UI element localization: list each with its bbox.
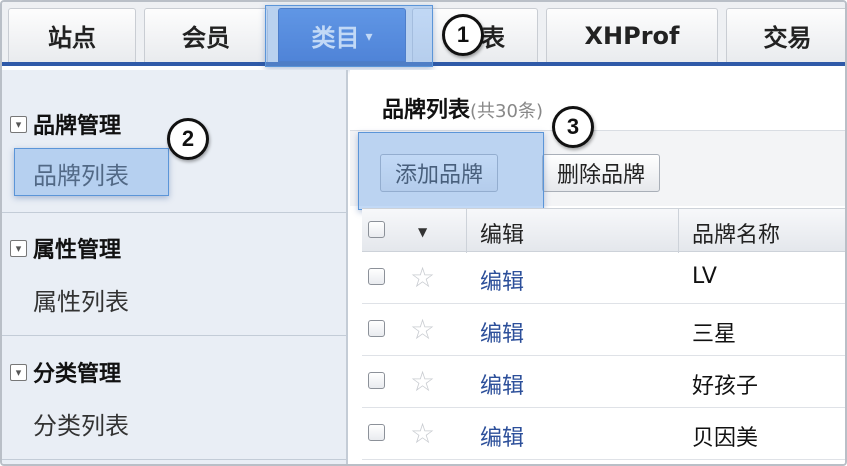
tab-xhprof-label: XHProf (584, 21, 680, 50)
record-count: (共30条) (470, 101, 543, 122)
tab-site-label: 站点 (48, 24, 96, 52)
tab-report-label: 表 (481, 24, 505, 52)
select-all-checkbox[interactable] (368, 221, 385, 238)
row-checkbox[interactable] (368, 268, 385, 285)
app-window: 站点 会员 类目 ▾ 表 XHProf 交易 ▾ 品牌管理 品牌列表 ▾ 属性管理… (0, 0, 847, 466)
tab-member[interactable]: 会员 (144, 8, 268, 62)
tab-site[interactable]: 站点 (8, 8, 136, 62)
sidebar-divider (2, 335, 348, 336)
sidebar-highlight (14, 148, 169, 196)
delete-brand-button[interactable]: 删除品牌 (542, 154, 661, 192)
brand-name: 三星 (692, 322, 737, 347)
tab-member-label: 会员 (182, 24, 230, 52)
sidebar-group-category[interactable]: ▾ 分类管理 (10, 356, 121, 388)
table-row: ☆ 编辑 贝因美 (362, 408, 845, 460)
sidebar-item-label: 分类列表 (33, 412, 129, 440)
tab-xhprof[interactable]: XHProf (546, 8, 718, 62)
sidebar-group-label: 分类管理 (33, 362, 122, 387)
table-header: ▼ 编辑 品牌名称 (362, 208, 845, 253)
collapse-icon: ▾ (10, 239, 27, 257)
brand-name: LV (692, 264, 717, 289)
brand-name: 好孩子 (692, 374, 759, 399)
main-content: 品牌列表(共30条) 添加品牌 删除品牌 ▼ 编辑 品牌名称 ☆ 编辑 LV ☆… (350, 70, 845, 464)
column-header-brand-name[interactable]: 品牌名称 (692, 217, 780, 249)
button-highlight (358, 132, 544, 210)
row-checkbox[interactable] (368, 372, 385, 389)
page-title-text: 品牌列表 (382, 98, 471, 123)
tab-highlight (265, 5, 433, 67)
column-separator (678, 209, 679, 253)
collapse-icon: ▾ (10, 115, 27, 133)
callout-badge: 3 (552, 106, 594, 148)
sidebar-item-attribute-list[interactable]: 属性列表 (33, 282, 129, 317)
row-checkbox[interactable] (368, 320, 385, 337)
edit-link[interactable]: 编辑 (480, 420, 524, 452)
table-row: ☆ 编辑 LV (362, 252, 845, 304)
column-header-edit[interactable]: 编辑 (480, 217, 524, 249)
sidebar-item-category-list[interactable]: 分类列表 (33, 406, 129, 441)
table-row: ☆ 编辑 三星 (362, 304, 845, 356)
callout-badge: 1 (442, 14, 484, 56)
column-separator (466, 209, 467, 253)
sidebar-group-brand[interactable]: ▾ 品牌管理 (10, 108, 121, 140)
row-checkbox[interactable] (368, 424, 385, 441)
sidebar-group-label: 属性管理 (33, 238, 122, 263)
sidebar-divider (2, 459, 348, 460)
star-icon[interactable]: ☆ (410, 420, 435, 448)
star-icon[interactable]: ☆ (410, 264, 435, 292)
collapse-icon: ▾ (10, 363, 27, 381)
brand-name: 贝因美 (692, 426, 759, 451)
sidebar-group-label: 品牌管理 (33, 114, 122, 139)
tab-trade-label: 交易 (763, 24, 812, 52)
table-row: ☆ 编辑 好孩子 (362, 356, 845, 408)
edit-link[interactable]: 编辑 (480, 316, 524, 348)
sidebar-item-label: 属性列表 (33, 288, 129, 316)
sidebar-divider (2, 212, 348, 213)
edit-link[interactable]: 编辑 (480, 264, 524, 296)
sidebar-group-attribute[interactable]: ▾ 属性管理 (10, 232, 121, 264)
star-icon[interactable]: ☆ (410, 316, 435, 344)
sort-caret-icon[interactable]: ▼ (418, 225, 427, 239)
tab-trade[interactable]: 交易 (726, 8, 845, 62)
edit-link[interactable]: 编辑 (480, 368, 524, 400)
page-title: 品牌列表(共30条) (382, 92, 543, 124)
callout-badge: 2 (167, 118, 209, 160)
delete-brand-label: 删除品牌 (557, 163, 646, 188)
top-tab-bar: 站点 会员 类目 ▾ 表 XHProf 交易 (2, 2, 845, 67)
star-icon[interactable]: ☆ (410, 368, 435, 396)
